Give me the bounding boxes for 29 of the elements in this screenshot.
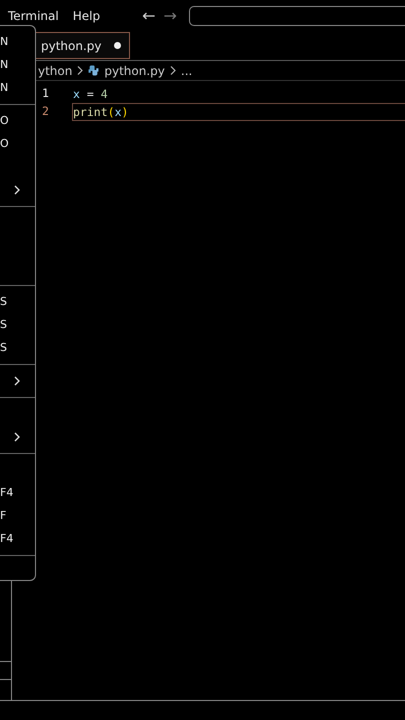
menu-item[interactable]: N	[0, 30, 35, 53]
menu-item[interactable]: Terminal	[8, 7, 59, 25]
menu-item[interactable]: Help	[72, 7, 100, 25]
chevron-icon	[13, 184, 21, 194]
menu-item[interactable]: O	[0, 109, 35, 132]
chevron-icon	[170, 66, 176, 75]
breadcrumb-item[interactable]: ...	[180, 62, 192, 80]
chevron-icon	[77, 66, 84, 75]
chevron-icon	[13, 432, 21, 442]
editor-tab[interactable]: python.py	[33, 32, 130, 59]
breadcrumb-item[interactable]: python.py	[104, 62, 165, 80]
menu-item[interactable]: F	[0, 504, 35, 527]
menu-item[interactable]: N	[0, 76, 35, 99]
menu-item[interactable]: F4	[0, 527, 35, 550]
breadcrumb-item[interactable]: ython	[38, 62, 72, 80]
search-field[interactable]	[188, 6, 405, 26]
menu-item[interactable]: S	[0, 313, 35, 336]
line-number: 1	[42, 85, 50, 102]
menu-item[interactable]: S	[0, 290, 35, 313]
python-file-icon	[88, 65, 100, 76]
chevron-icon	[13, 376, 21, 386]
line-number: 2	[42, 103, 50, 120]
code-line: x = 4	[72, 86, 109, 103]
menu-item[interactable]: O	[0, 132, 35, 155]
arrow-button[interactable]: ←	[138, 8, 160, 24]
menu-item[interactable]: S	[0, 336, 35, 359]
menu-item[interactable]: F4	[0, 481, 35, 504]
code-line: print(x)	[72, 103, 405, 121]
menu-item[interactable]: N	[0, 53, 35, 76]
